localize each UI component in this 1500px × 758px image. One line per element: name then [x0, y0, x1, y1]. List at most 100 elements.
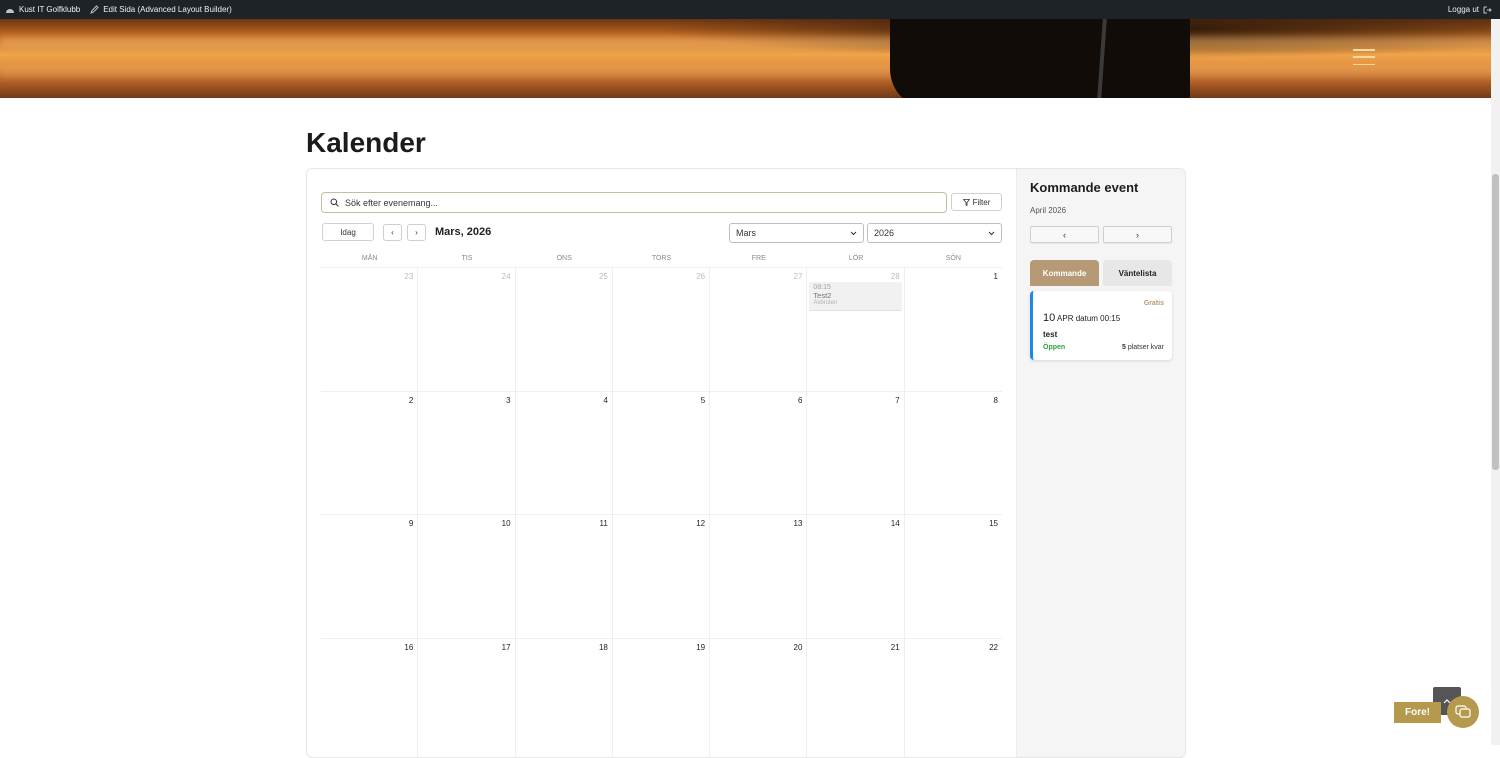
prev-month-button[interactable]: ‹ — [383, 224, 402, 241]
day-number: 1 — [994, 272, 998, 281]
admin-edit-link[interactable]: Edit Sida (Advanced Layout Builder) — [85, 0, 237, 19]
chat-icon — [1455, 705, 1471, 719]
year-select[interactable]: 2026 — [867, 223, 1002, 243]
day-number: 20 — [794, 643, 803, 652]
month-title: Mars, 2026 — [435, 226, 491, 238]
event-spots: 5 platser kvar — [1122, 344, 1164, 351]
calendar-container: Filter Idag ‹ › Mars, 2026 Mars 2026 MÅN… — [306, 168, 1186, 758]
calendar-day-cell[interactable]: 14 — [807, 515, 904, 639]
calendar-day-cell[interactable]: 10 — [418, 515, 515, 639]
day-number: 9 — [409, 519, 413, 528]
calendar-day-cell[interactable]: 2808:15Test2Avbruten — [807, 268, 904, 392]
weekday-label: MÅN — [321, 255, 418, 262]
sidebar-prev-button[interactable]: ‹ — [1030, 226, 1099, 243]
tab-upcoming[interactable]: Kommande — [1030, 260, 1099, 286]
calendar-day-cell[interactable]: 22 — [905, 639, 1002, 758]
day-number: 3 — [506, 396, 510, 405]
calendar-day-cell[interactable]: 24 — [418, 268, 515, 392]
hamburger-menu-icon[interactable] — [1353, 49, 1375, 65]
calendar-day-cell[interactable]: 13 — [710, 515, 807, 639]
calendar-day-cell[interactable]: 7 — [807, 392, 904, 516]
day-number: 23 — [404, 272, 413, 281]
weekday-label: LÖR — [807, 255, 904, 262]
weekday-label: ONS — [516, 255, 613, 262]
calendar-day-cell[interactable]: 17 — [418, 639, 515, 758]
month-select[interactable]: Mars — [729, 223, 864, 243]
sidebar-title: Kommande event — [1030, 180, 1138, 195]
logout-link[interactable]: Logga ut — [1443, 0, 1500, 19]
day-number: 4 — [603, 396, 607, 405]
chevron-down-icon — [850, 231, 857, 236]
event-name: test — [1043, 330, 1057, 339]
calendar-day-cell[interactable]: 11 — [516, 515, 613, 639]
calendar-day-cell[interactable]: 16 — [321, 639, 418, 758]
logout-icon — [1483, 6, 1492, 14]
event-spots-count: 5 — [1122, 344, 1126, 351]
calendar-main: Filter Idag ‹ › Mars, 2026 Mars 2026 MÅN… — [307, 169, 1016, 757]
chat-button[interactable] — [1447, 696, 1479, 728]
event-date-rest: APR datum 00:15 — [1057, 314, 1120, 323]
chevron-down-icon — [988, 231, 995, 236]
calendar-day-cell[interactable]: 19 — [613, 639, 710, 758]
admin-site-link[interactable]: Kust IT Golfklubb — [0, 0, 85, 19]
calendar-day-cell[interactable]: 20 — [710, 639, 807, 758]
calendar-day-cell[interactable]: 5 — [613, 392, 710, 516]
event-price: Gratis — [1144, 300, 1164, 307]
upcoming-sidebar: Kommande event April 2026 ‹ › Kommande V… — [1016, 169, 1186, 757]
event-status: Öppen — [1043, 344, 1065, 351]
today-button[interactable]: Idag — [322, 223, 374, 241]
day-number: 15 — [989, 519, 998, 528]
next-month-button[interactable]: › — [407, 224, 426, 241]
day-number: 26 — [696, 272, 705, 281]
day-number: 12 — [696, 519, 705, 528]
sidebar-next-button[interactable]: › — [1103, 226, 1172, 243]
calendar-day-cell[interactable]: 21 — [807, 639, 904, 758]
calendar-day-cell[interactable]: 26 — [613, 268, 710, 392]
calendar-day-cell[interactable]: 6 — [710, 392, 807, 516]
scrollbar-thumb[interactable] — [1492, 174, 1499, 470]
calendar-day-cell[interactable]: 2 — [321, 392, 418, 516]
day-number: 28 — [891, 272, 900, 281]
search-input[interactable] — [345, 198, 925, 208]
day-number: 16 — [404, 643, 413, 652]
event-card[interactable]: Gratis 10 APR datum 00:15 test Öppen 5 p… — [1030, 291, 1172, 360]
year-select-value: 2026 — [874, 228, 894, 238]
weekday-header: MÅNTISONSTORSFRELÖRSÖN — [321, 255, 1002, 262]
day-number: 21 — [891, 643, 900, 652]
calendar-day-cell[interactable]: 8 — [905, 392, 1002, 516]
calendar-day-cell[interactable]: 18 — [516, 639, 613, 758]
weekday-label: FRE — [710, 255, 807, 262]
day-number: 13 — [794, 519, 803, 528]
golfer-silhouette — [890, 19, 1190, 98]
calendar-day-cell[interactable]: 9 — [321, 515, 418, 639]
day-number: 24 — [502, 272, 511, 281]
day-number: 5 — [701, 396, 705, 405]
filter-button[interactable]: Filter — [951, 193, 1002, 211]
calendar-day-cell[interactable]: 1 — [905, 268, 1002, 392]
search-box[interactable] — [321, 192, 947, 213]
event-title: Test2 — [813, 291, 897, 300]
calendar-event[interactable]: 08:15Test2Avbruten — [809, 282, 901, 311]
filter-icon — [963, 199, 970, 206]
calendar-day-cell[interactable]: 4 — [516, 392, 613, 516]
day-number: 22 — [989, 643, 998, 652]
page-scrollbar[interactable] — [1491, 19, 1500, 745]
fore-chat-label[interactable]: Fore! — [1394, 702, 1441, 723]
tab-waitlist[interactable]: Väntelista — [1103, 260, 1172, 286]
calendar-day-cell[interactable]: 25 — [516, 268, 613, 392]
hero-banner — [0, 19, 1500, 98]
calendar-day-cell[interactable]: 15 — [905, 515, 1002, 639]
sidebar-month-label: April 2026 — [1030, 206, 1066, 215]
admin-site-name: Kust IT Golfklubb — [19, 5, 80, 14]
admin-edit-label: Edit Sida (Advanced Layout Builder) — [103, 5, 232, 14]
calendar-day-cell[interactable]: 23 — [321, 268, 418, 392]
day-number: 18 — [599, 643, 608, 652]
calendar-day-cell[interactable]: 3 — [418, 392, 515, 516]
calendar-day-cell[interactable]: 27 — [710, 268, 807, 392]
pencil-icon — [90, 5, 99, 14]
event-time: 08:15 — [813, 284, 897, 291]
calendar-day-cell[interactable]: 12 — [613, 515, 710, 639]
month-select-value: Mars — [736, 228, 756, 238]
weekday-label: SÖN — [905, 255, 1002, 262]
day-number: 17 — [502, 643, 511, 652]
